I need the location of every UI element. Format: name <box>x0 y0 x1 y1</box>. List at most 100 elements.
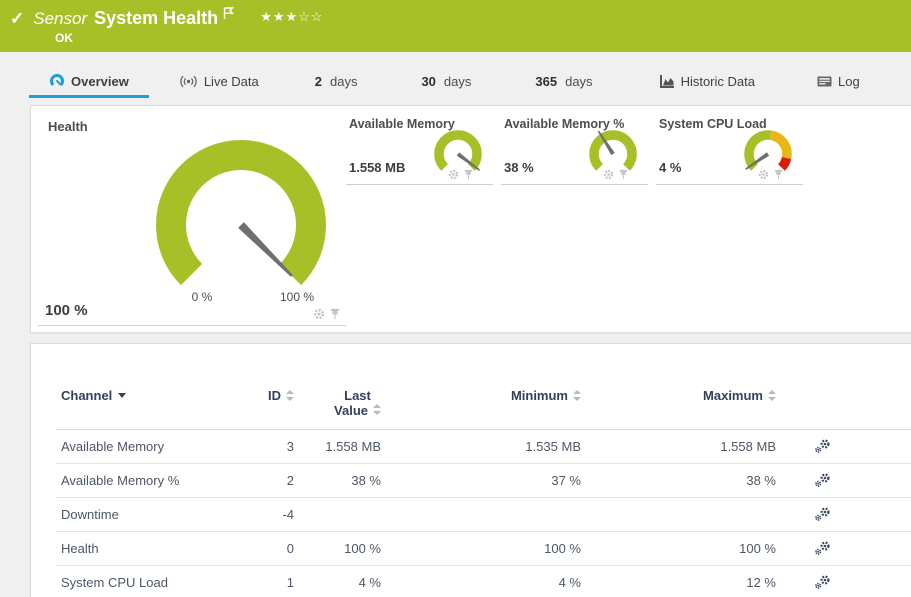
gauge-actions <box>313 307 340 325</box>
channel-name[interactable]: Health <box>56 541 234 556</box>
tab-number: 365 <box>535 74 557 89</box>
primary-gauge-value: 100 % <box>45 302 88 319</box>
gauge-scale-min: 0 % <box>177 290 227 304</box>
minimum-value: 37 % <box>381 473 581 488</box>
tab-log[interactable]: Log <box>797 68 880 98</box>
gauge-value: 38 % <box>504 160 534 175</box>
channel-settings-icon[interactable] <box>814 574 831 593</box>
gear-icon[interactable] <box>448 167 459 185</box>
area-chart-icon <box>659 75 675 88</box>
channel-settings-icon[interactable] <box>814 472 831 491</box>
tab-2-days[interactable]: 2 days <box>295 68 378 98</box>
channel-name[interactable]: System CPU Load <box>56 575 234 590</box>
tab-overview[interactable]: Overview <box>29 67 149 98</box>
gear-icon[interactable] <box>758 167 769 185</box>
table-row[interactable]: Health 0 100 % 100 % 100 % <box>56 532 911 566</box>
gauge-value: 1.558 MB <box>349 160 405 175</box>
stars-empty[interactable]: ☆☆ <box>298 9 323 24</box>
minimum-value: 1.535 MB <box>381 439 581 454</box>
maximum-value: 1.558 MB <box>581 439 776 454</box>
tab-label: days <box>330 74 357 89</box>
last-value: 38 % <box>294 473 381 488</box>
table-row[interactable]: Available Memory 3 1.558 MB 1.535 MB 1.5… <box>56 430 911 464</box>
column-minimum[interactable]: Minimum <box>381 388 581 403</box>
gear-icon[interactable] <box>313 307 325 325</box>
column-channel[interactable]: Channel <box>56 388 234 403</box>
gauge-actions <box>758 167 783 185</box>
sort-desc-icon <box>118 393 126 398</box>
minimum-value: 100 % <box>381 541 581 556</box>
column-maximum[interactable]: Maximum <box>581 388 776 403</box>
tab-30-days[interactable]: 30 days <box>401 68 491 98</box>
table-row[interactable]: Downtime -4 <box>56 498 911 532</box>
maximum-value: 12 % <box>581 575 776 590</box>
tab-historic-data[interactable]: Historic Data <box>639 68 775 98</box>
sort-icon <box>286 390 294 401</box>
gauge-actions <box>603 167 628 185</box>
channel-name[interactable]: Available Memory % <box>56 473 234 488</box>
tab-bar: Overview Live Data 2 days 30 days 365 da… <box>0 52 911 98</box>
gauge-cell-available-memory-pct: Available Memory % 38 % <box>501 111 656 185</box>
gauge-cell-system-cpu-load: System CPU Load 4 % <box>656 111 811 185</box>
status-badge: OK <box>55 31 73 45</box>
tab-label: Historic Data <box>681 74 755 89</box>
channel-id: 1 <box>234 575 294 590</box>
channels-panel: Channel ID LastValue Minimum Maximum Ava… <box>30 343 911 597</box>
last-value: 4 % <box>294 575 381 590</box>
channel-settings-icon[interactable] <box>814 540 831 559</box>
last-value: 100 % <box>294 541 381 556</box>
divider <box>38 325 346 326</box>
log-list-icon <box>817 76 832 87</box>
tab-label: Overview <box>71 74 129 89</box>
sort-icon <box>573 390 581 401</box>
channel-id: 2 <box>234 473 294 488</box>
priority-flag-icon[interactable] <box>223 7 234 25</box>
tab-label: Log <box>838 74 860 89</box>
table-row[interactable]: Available Memory % 2 38 % 37 % 38 % <box>56 464 911 498</box>
tab-label: days <box>444 74 471 89</box>
channel-name[interactable]: Downtime <box>56 507 234 522</box>
pin-icon[interactable] <box>774 167 783 185</box>
channel-settings-icon[interactable] <box>814 438 831 457</box>
tab-settings[interactable]: Settings <box>894 68 911 98</box>
pin-icon[interactable] <box>464 167 473 185</box>
channel-table-header: Channel ID LastValue Minimum Maximum <box>56 388 911 430</box>
gauge-actions <box>448 167 473 185</box>
live-signal-icon <box>179 75 198 88</box>
page-title: System Health <box>94 8 218 29</box>
tab-live-data[interactable]: Live Data <box>159 68 279 98</box>
channel-id: -4 <box>234 507 294 522</box>
status-check-icon: ✓ <box>10 9 24 29</box>
object-type-label: Sensor <box>33 9 87 29</box>
pin-icon[interactable] <box>330 307 340 325</box>
gauges-panel: Health 0 % 100 % 100 % Available Memory … <box>30 105 911 333</box>
sort-icon <box>768 390 776 401</box>
primary-gauge-title: Health <box>48 119 88 134</box>
channel-settings-icon[interactable] <box>814 506 831 525</box>
gauge-value: 4 % <box>659 160 681 175</box>
column-id[interactable]: ID <box>234 388 294 403</box>
tab-label: days <box>565 74 592 89</box>
sort-icon <box>373 404 381 415</box>
maximum-value: 38 % <box>581 473 776 488</box>
channel-id: 0 <box>234 541 294 556</box>
tab-label: Live Data <box>204 74 259 89</box>
tab-365-days[interactable]: 365 days <box>515 68 612 98</box>
column-last-value[interactable]: LastValue <box>294 388 381 418</box>
tab-number: 2 <box>315 74 322 89</box>
gauge-cell-available-memory: Available Memory 1.558 MB <box>346 111 501 185</box>
minimum-value: 4 % <box>381 575 581 590</box>
gear-icon[interactable] <box>603 167 614 185</box>
last-value: 1.558 MB <box>294 439 381 454</box>
stars-filled[interactable]: ★★★ <box>260 9 298 24</box>
pin-icon[interactable] <box>619 167 628 185</box>
sensor-status-header: ✓ Sensor System Health ★★★☆☆ OK <box>0 0 911 52</box>
maximum-value: 100 % <box>581 541 776 556</box>
priority-stars[interactable]: ★★★☆☆ <box>260 9 323 25</box>
gauge-icon <box>49 73 65 89</box>
channel-name[interactable]: Available Memory <box>56 439 234 454</box>
tab-number: 30 <box>421 74 435 89</box>
table-row[interactable]: System CPU Load 1 4 % 4 % 12 % <box>56 566 911 597</box>
channel-id: 3 <box>234 439 294 454</box>
sensor-page: ✓ Sensor System Health ★★★☆☆ OK Overview… <box>0 0 911 597</box>
